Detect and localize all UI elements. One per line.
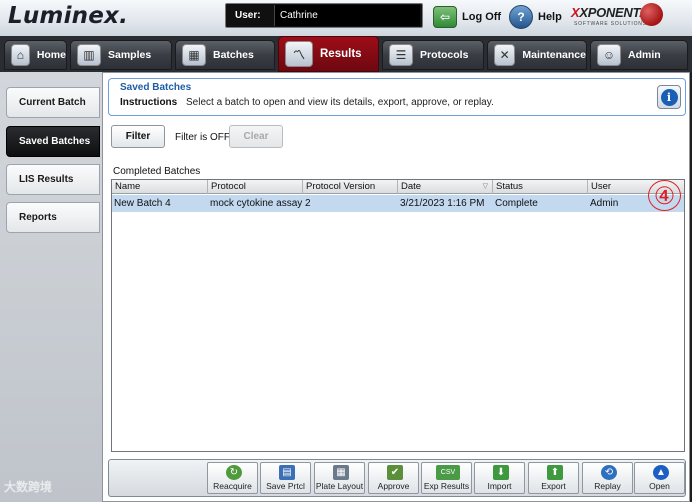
logoff-button[interactable]: ⇦ Log Off bbox=[433, 5, 501, 29]
xponent-subtitle: SOFTWARE SOLUTIONS bbox=[574, 21, 647, 27]
open-label: Open bbox=[649, 481, 670, 491]
filter-status: Filter is OFF bbox=[175, 132, 230, 143]
main-nav: ⌂ Home ▥ Samples ▦ Batches 〽 Results ☰ P… bbox=[0, 36, 692, 72]
save-protocol-label: Save Prtcl bbox=[266, 481, 305, 491]
tab-label: Maintenance bbox=[522, 49, 586, 61]
approve-button[interactable]: ✔ Approve bbox=[368, 462, 419, 494]
tab-batches[interactable]: ▦ Batches bbox=[175, 40, 275, 70]
sidebar-item-lis-results[interactable]: LIS Results bbox=[6, 164, 100, 195]
info-icon: i bbox=[660, 88, 678, 106]
protocols-icon: ☰ bbox=[389, 44, 413, 66]
tab-samples[interactable]: ▥ Samples bbox=[70, 40, 172, 70]
logoff-icon: ⇦ bbox=[433, 6, 457, 28]
tab-label: Results bbox=[320, 48, 362, 60]
sidebar-item-reports[interactable]: Reports bbox=[6, 202, 100, 233]
tab-maintenance[interactable]: ✕ Maintenance bbox=[487, 40, 587, 70]
tab-admin[interactable]: ☺ Admin bbox=[590, 40, 688, 70]
instructions-text: Select a batch to open and view its deta… bbox=[186, 97, 494, 108]
approve-label: Approve bbox=[377, 481, 410, 491]
approve-icon: ✔ bbox=[387, 465, 403, 480]
export-button[interactable]: ⬆ Export bbox=[528, 462, 579, 494]
column-header-protocol-version[interactable]: Protocol Version bbox=[303, 180, 398, 194]
sort-descending-icon: ▽ bbox=[482, 183, 488, 190]
cell-user: Admin bbox=[590, 198, 619, 209]
replay-icon: ⟲ bbox=[601, 465, 617, 480]
help-icon: ? bbox=[509, 5, 533, 29]
column-header-date[interactable]: Date ▽ bbox=[398, 180, 493, 194]
info-button[interactable]: i bbox=[657, 85, 681, 109]
grid-header: Name Protocol Protocol Version Date ▽ Sta… bbox=[112, 180, 684, 194]
reacquire-icon: ↻ bbox=[226, 465, 242, 480]
open-icon: ▲ bbox=[653, 465, 669, 480]
column-header-date-label: Date bbox=[401, 181, 422, 192]
help-button[interactable]: ? Help bbox=[509, 5, 562, 29]
tab-protocols[interactable]: ☰ Protocols bbox=[382, 40, 484, 70]
logoff-label: Log Off bbox=[462, 11, 502, 23]
admin-icon: ☺ bbox=[597, 44, 621, 66]
filter-button[interactable]: Filter bbox=[111, 125, 165, 148]
open-button[interactable]: ▲ Open bbox=[634, 462, 685, 494]
side-menu: Current Batch Saved Batches LIS Results … bbox=[0, 72, 102, 502]
tab-label: Admin bbox=[628, 49, 661, 61]
plate-layout-label: Plate Layout bbox=[315, 481, 364, 491]
sidebar-item-current-batch[interactable]: Current Batch bbox=[6, 87, 100, 118]
sidebar-item-saved-batches[interactable]: Saved Batches bbox=[6, 126, 100, 157]
xponent-logo: XXPONENT. bbox=[571, 5, 643, 20]
maintenance-icon: ✕ bbox=[494, 44, 516, 66]
help-label: Help bbox=[538, 11, 562, 23]
plate-layout-icon: ▦ bbox=[333, 465, 349, 480]
home-icon: ⌂ bbox=[11, 44, 30, 66]
grid-caption: Completed Batches bbox=[113, 166, 201, 177]
save-protocol-button[interactable]: ▤ Save Prtcl bbox=[260, 462, 311, 494]
reacquire-label: Reacquire bbox=[213, 481, 252, 491]
replay-button[interactable]: ⟲ Replay bbox=[582, 462, 633, 494]
import-icon: ⬇ bbox=[493, 465, 509, 480]
replay-label: Replay bbox=[594, 481, 621, 491]
tab-label: Batches bbox=[213, 49, 254, 61]
import-button[interactable]: ⬇ Import bbox=[474, 462, 525, 494]
save-protocol-icon: ▤ bbox=[279, 465, 295, 480]
plate-layout-button[interactable]: ▦ Plate Layout bbox=[314, 462, 365, 494]
step-annotation-circle: ④ bbox=[648, 180, 681, 211]
section-title: Saved Batches bbox=[120, 82, 192, 93]
completed-batches-grid[interactable]: Name Protocol Protocol Version Date ▽ Sta… bbox=[111, 179, 685, 452]
main-panel: Saved Batches Instructions Select a batc… bbox=[102, 72, 690, 502]
instructions-box: Saved Batches Instructions Select a batc… bbox=[108, 78, 686, 116]
export-results-button[interactable]: CSV Exp Results bbox=[421, 462, 472, 494]
cell-protocol: mock cytokine assay bbox=[210, 198, 303, 209]
samples-icon: ▥ bbox=[77, 44, 101, 66]
column-header-name[interactable]: Name bbox=[112, 180, 208, 194]
batches-icon: ▦ bbox=[182, 44, 206, 66]
tab-label: Protocols bbox=[420, 49, 469, 61]
cell-date: 3/21/2023 1:16 PM bbox=[400, 198, 485, 209]
export-results-label: Exp Results bbox=[423, 481, 470, 491]
user-box: User: Cathrine bbox=[225, 3, 423, 28]
user-value: Cathrine bbox=[274, 5, 420, 26]
luminex-logo: Luminex. bbox=[8, 3, 129, 29]
top-header: Luminex. User: Cathrine ⇦ Log Off ? Help… bbox=[0, 0, 692, 36]
status-indicator-icon bbox=[640, 3, 663, 26]
tab-label: Samples bbox=[108, 49, 152, 61]
export-icon: ⬆ bbox=[547, 465, 563, 480]
tab-results[interactable]: 〽 Results bbox=[278, 36, 379, 72]
instructions-label: Instructions bbox=[120, 97, 178, 108]
clear-button[interactable]: Clear bbox=[229, 125, 283, 148]
tab-home[interactable]: ⌂ Home bbox=[4, 40, 67, 70]
action-toolbar: ↻ Reacquire ▤ Save Prtcl ▦ Plate Layout … bbox=[108, 459, 686, 497]
cell-name: New Batch 4 bbox=[114, 198, 171, 209]
tab-label: Home bbox=[36, 49, 66, 61]
cell-status: Complete bbox=[495, 198, 538, 209]
table-row[interactable]: New Batch 4 mock cytokine assay 2 3/21/2… bbox=[112, 195, 684, 212]
column-header-status[interactable]: Status bbox=[493, 180, 588, 194]
export-csv-icon: CSV bbox=[436, 465, 460, 480]
import-label: Import bbox=[487, 481, 512, 491]
watermark-text: 大数跨境 bbox=[4, 480, 53, 494]
export-label: Export bbox=[541, 481, 566, 491]
user-label: User: bbox=[235, 10, 261, 21]
xponent-brand: XPONENT. bbox=[579, 5, 643, 20]
reacquire-button[interactable]: ↻ Reacquire bbox=[207, 462, 258, 494]
cell-version: 2 bbox=[305, 198, 311, 209]
column-header-protocol[interactable]: Protocol bbox=[208, 180, 303, 194]
results-chart-icon: 〽 bbox=[285, 41, 313, 67]
